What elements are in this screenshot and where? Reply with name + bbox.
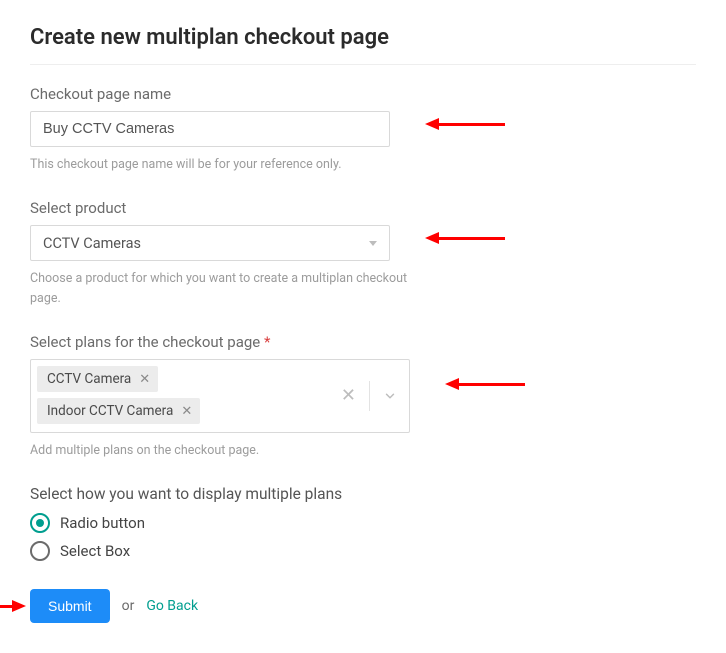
radio-option-label: Radio button: [60, 514, 145, 532]
divider: [30, 64, 696, 65]
field-display-style: Select how you want to display multiple …: [30, 485, 696, 561]
checkout-name-input[interactable]: [30, 111, 390, 147]
field-select-product: Select product CCTV Cameras Choose a pro…: [30, 199, 696, 309]
selected-plan-chips: CCTV Camera ✕ Indoor CCTV Camera ✕: [31, 360, 329, 432]
chevron-down-icon[interactable]: [379, 389, 401, 403]
radio-icon: [30, 541, 50, 561]
vertical-divider: [369, 381, 370, 411]
annotation-arrow: [0, 605, 26, 607]
radio-option-select-box[interactable]: Select Box: [30, 541, 696, 561]
annotation-arrow: [445, 383, 525, 385]
select-product-helper: Choose a product for which you want to c…: [30, 269, 420, 309]
display-style-radio-group: Radio button Select Box: [30, 513, 696, 561]
checkout-name-label: Checkout page name: [30, 85, 696, 103]
display-style-label: Select how you want to display multiple …: [30, 485, 696, 503]
plan-chip-label: CCTV Camera: [47, 371, 131, 387]
radio-option-radio-button[interactable]: Radio button: [30, 513, 696, 533]
annotation-arrow: [425, 237, 505, 239]
select-product-label: Select product: [30, 199, 696, 217]
field-checkout-name: Checkout page name This checkout page na…: [30, 85, 696, 175]
select-plans-helper: Add multiple plans on the checkout page.: [30, 441, 420, 461]
caret-down-icon: [369, 241, 377, 246]
clear-all-icon[interactable]: ✕: [337, 387, 360, 405]
required-marker: *: [264, 333, 270, 351]
field-select-plans: Select plans for the checkout page * CCT…: [30, 333, 696, 461]
plan-chip-label: Indoor CCTV Camera: [47, 403, 173, 419]
select-plans-label-text: Select plans for the checkout page: [30, 333, 260, 351]
select-product-value: CCTV Cameras: [43, 235, 141, 252]
create-multiplan-checkout-page: Create new multiplan checkout page Check…: [0, 0, 726, 653]
multiselect-actions: ✕: [329, 360, 409, 432]
checkout-name-helper: This checkout page name will be for your…: [30, 155, 420, 175]
submit-button[interactable]: Submit: [30, 589, 110, 623]
plan-chip: CCTV Camera ✕: [37, 366, 158, 392]
chip-remove-icon[interactable]: ✕: [181, 405, 192, 418]
annotation-arrow: [425, 123, 505, 125]
radio-icon: [30, 513, 50, 533]
plan-chip: Indoor CCTV Camera ✕: [37, 398, 200, 424]
select-plans-multiselect[interactable]: CCTV Camera ✕ Indoor CCTV Camera ✕ ✕: [30, 359, 410, 433]
select-product-dropdown[interactable]: CCTV Cameras: [30, 225, 390, 261]
chip-remove-icon[interactable]: ✕: [139, 373, 150, 386]
go-back-link[interactable]: Go Back: [146, 598, 198, 614]
or-text: or: [122, 598, 135, 614]
form-actions: Submit or Go Back: [30, 589, 696, 623]
radio-option-label: Select Box: [60, 542, 130, 560]
select-plans-label: Select plans for the checkout page *: [30, 333, 696, 351]
page-title: Create new multiplan checkout page: [30, 25, 696, 50]
